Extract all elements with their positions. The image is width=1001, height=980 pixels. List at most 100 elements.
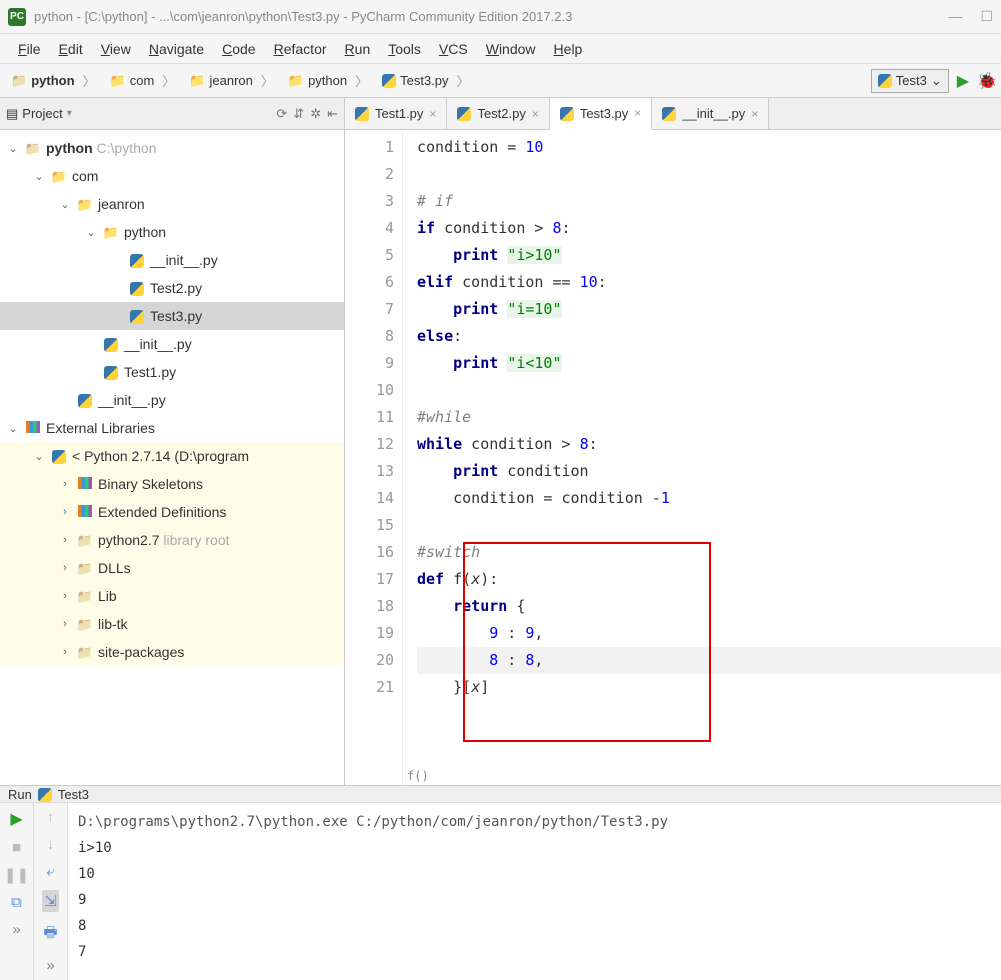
menu-run[interactable]: Run (337, 38, 379, 60)
wrap-button[interactable]: ⤶ (46, 863, 54, 880)
print-button[interactable]: 🖶 (43, 922, 57, 947)
code-line[interactable]: def f(x): (417, 566, 1001, 593)
code-line[interactable]: print "i<10" (417, 350, 1001, 377)
tree-node--python-2-7-14-d-program[interactable]: ⌄< Python 2.7.14 (D:\program (0, 442, 344, 470)
tree-node-binary-skeletons[interactable]: ›Binary Skeletons (0, 470, 344, 498)
expand-arrow[interactable]: › (58, 534, 72, 546)
code-line[interactable]: }[x] (417, 674, 1001, 701)
code-line[interactable]: return { (417, 593, 1001, 620)
tree-node-jeanron[interactable]: ⌄jeanron (0, 190, 344, 218)
crumb-python[interactable]: python〉 (281, 68, 375, 93)
run-config-selector[interactable]: Test3 ⌄ (871, 69, 949, 93)
rerun-button[interactable]: ▶ (10, 809, 22, 829)
code-line[interactable]: condition = condition -1 (417, 485, 1001, 512)
close-icon[interactable]: × (751, 107, 758, 121)
code-line[interactable]: print "i=10" (417, 296, 1001, 323)
panel-toolbar-icon[interactable]: ⇵ (293, 106, 304, 122)
menu-edit[interactable]: Edit (51, 38, 91, 60)
close-icon[interactable]: × (429, 107, 436, 121)
code-line[interactable]: elif condition == 10: (417, 269, 1001, 296)
maximize-button[interactable]: ☐ (980, 8, 993, 25)
scroll-button[interactable]: ⇲ (42, 890, 59, 912)
tree-node-test2-py[interactable]: Test2.py (0, 274, 344, 302)
expand-arrow[interactable]: ⌄ (84, 226, 98, 239)
tree-node-python[interactable]: ⌄python (0, 218, 344, 246)
code-content[interactable]: condition = 10 # ifif condition > 8: prin… (403, 130, 1001, 785)
tab-test3-py[interactable]: Test3.py× (550, 98, 652, 130)
tree-node-site-packages[interactable]: ›site-packages (0, 638, 344, 666)
debug-button[interactable]: 🐞 (977, 71, 997, 91)
menu-file[interactable]: File (10, 38, 49, 60)
expand-arrow[interactable]: › (58, 618, 72, 630)
code-line[interactable]: # if (417, 188, 1001, 215)
tab-__init__-py[interactable]: __init__.py× (652, 98, 769, 129)
menu-code[interactable]: Code (214, 38, 263, 60)
code-line[interactable]: 8 : 8, (417, 647, 1001, 674)
expand-arrow[interactable]: ⌄ (6, 422, 20, 435)
menu-vcs[interactable]: VCS (431, 38, 476, 60)
expand-arrow[interactable]: ⌄ (6, 142, 20, 155)
crumb-jeanron[interactable]: jeanron〉 (182, 68, 281, 93)
code-line[interactable]: print condition (417, 458, 1001, 485)
code-line[interactable]: #while (417, 404, 1001, 431)
code-line[interactable]: condition = 10 (417, 134, 1001, 161)
panel-toolbar-icon[interactable]: ⟳ (276, 106, 287, 122)
menu-window[interactable]: Window (478, 38, 544, 60)
tree-node-extended-definitions[interactable]: ›Extended Definitions (0, 498, 344, 526)
more-button-2[interactable]: » (46, 957, 54, 974)
run-panel-header[interactable]: Run Test3 (0, 786, 1001, 803)
expand-arrow[interactable]: ⌄ (32, 170, 46, 183)
expand-arrow[interactable]: › (58, 646, 72, 658)
close-icon[interactable]: × (532, 107, 539, 121)
expand-arrow[interactable]: › (58, 590, 72, 602)
up-button[interactable]: ↑ (47, 809, 55, 826)
code-line[interactable]: if condition > 8: (417, 215, 1001, 242)
layout-button[interactable]: ⧉ (11, 894, 22, 911)
code-editor[interactable]: 123456789101112131415161718192021 condit… (345, 130, 1001, 785)
project-tree[interactable]: ⌄python C:\python⌄com⌄jeanron⌄python__in… (0, 130, 344, 785)
expand-arrow[interactable]: › (58, 506, 72, 518)
menu-view[interactable]: View (93, 38, 139, 60)
tree-node-__init__-py[interactable]: __init__.py (0, 330, 344, 358)
tree-node-python2-7[interactable]: ›python2.7 library root (0, 526, 344, 554)
code-line[interactable]: else: (417, 323, 1001, 350)
code-line[interactable]: print "i>10" (417, 242, 1001, 269)
tree-node-dlls[interactable]: ›DLLs (0, 554, 344, 582)
crumb-com[interactable]: com〉 (103, 68, 183, 93)
down-button[interactable]: ↓ (47, 836, 55, 853)
tree-node-external-libraries[interactable]: ⌄External Libraries (0, 414, 344, 442)
expand-arrow[interactable]: ⌄ (58, 198, 72, 211)
tree-node-test1-py[interactable]: Test1.py (0, 358, 344, 386)
menu-navigate[interactable]: Navigate (141, 38, 212, 60)
tree-node-com[interactable]: ⌄com (0, 162, 344, 190)
crumb-python[interactable]: python〉 (4, 68, 103, 93)
expand-arrow[interactable]: › (58, 478, 72, 490)
tree-node-lib[interactable]: ›Lib (0, 582, 344, 610)
tree-node-__init__-py[interactable]: __init__.py (0, 246, 344, 274)
tab-test1-py[interactable]: Test1.py× (345, 98, 447, 129)
pause-button[interactable]: ❚❚ (4, 866, 29, 884)
panel-toolbar-icon[interactable]: ✲ (310, 106, 321, 122)
breadcrumb[interactable]: python〉com〉jeanron〉python〉Test3.py〉 (4, 68, 871, 93)
run-button[interactable]: ▶ (957, 71, 969, 91)
code-line[interactable]: while condition > 8: (417, 431, 1001, 458)
run-output[interactable]: D:\programs\python2.7\python.exe C:/pyth… (68, 803, 1001, 980)
menu-refactor[interactable]: Refactor (266, 38, 335, 60)
stop-button[interactable]: ■ (12, 839, 21, 856)
minimize-button[interactable]: — (948, 8, 962, 25)
close-icon[interactable]: × (634, 106, 641, 120)
menu-help[interactable]: Help (546, 38, 591, 60)
tree-node-test3-py[interactable]: Test3.py (0, 302, 344, 330)
chevron-down-icon[interactable] (67, 108, 72, 119)
expand-arrow[interactable]: › (58, 562, 72, 574)
menu-tools[interactable]: Tools (380, 38, 429, 60)
crumb-test3-py[interactable]: Test3.py〉 (375, 68, 476, 93)
code-line[interactable] (417, 161, 1001, 188)
tab-test2-py[interactable]: Test2.py× (447, 98, 549, 129)
code-line[interactable] (417, 377, 1001, 404)
panel-toolbar-icon[interactable]: ⇤ (327, 106, 338, 122)
tree-node-__init__-py[interactable]: __init__.py (0, 386, 344, 414)
code-line[interactable]: 9 : 9, (417, 620, 1001, 647)
code-line[interactable] (417, 512, 1001, 539)
tree-node-python[interactable]: ⌄python C:\python (0, 134, 344, 162)
